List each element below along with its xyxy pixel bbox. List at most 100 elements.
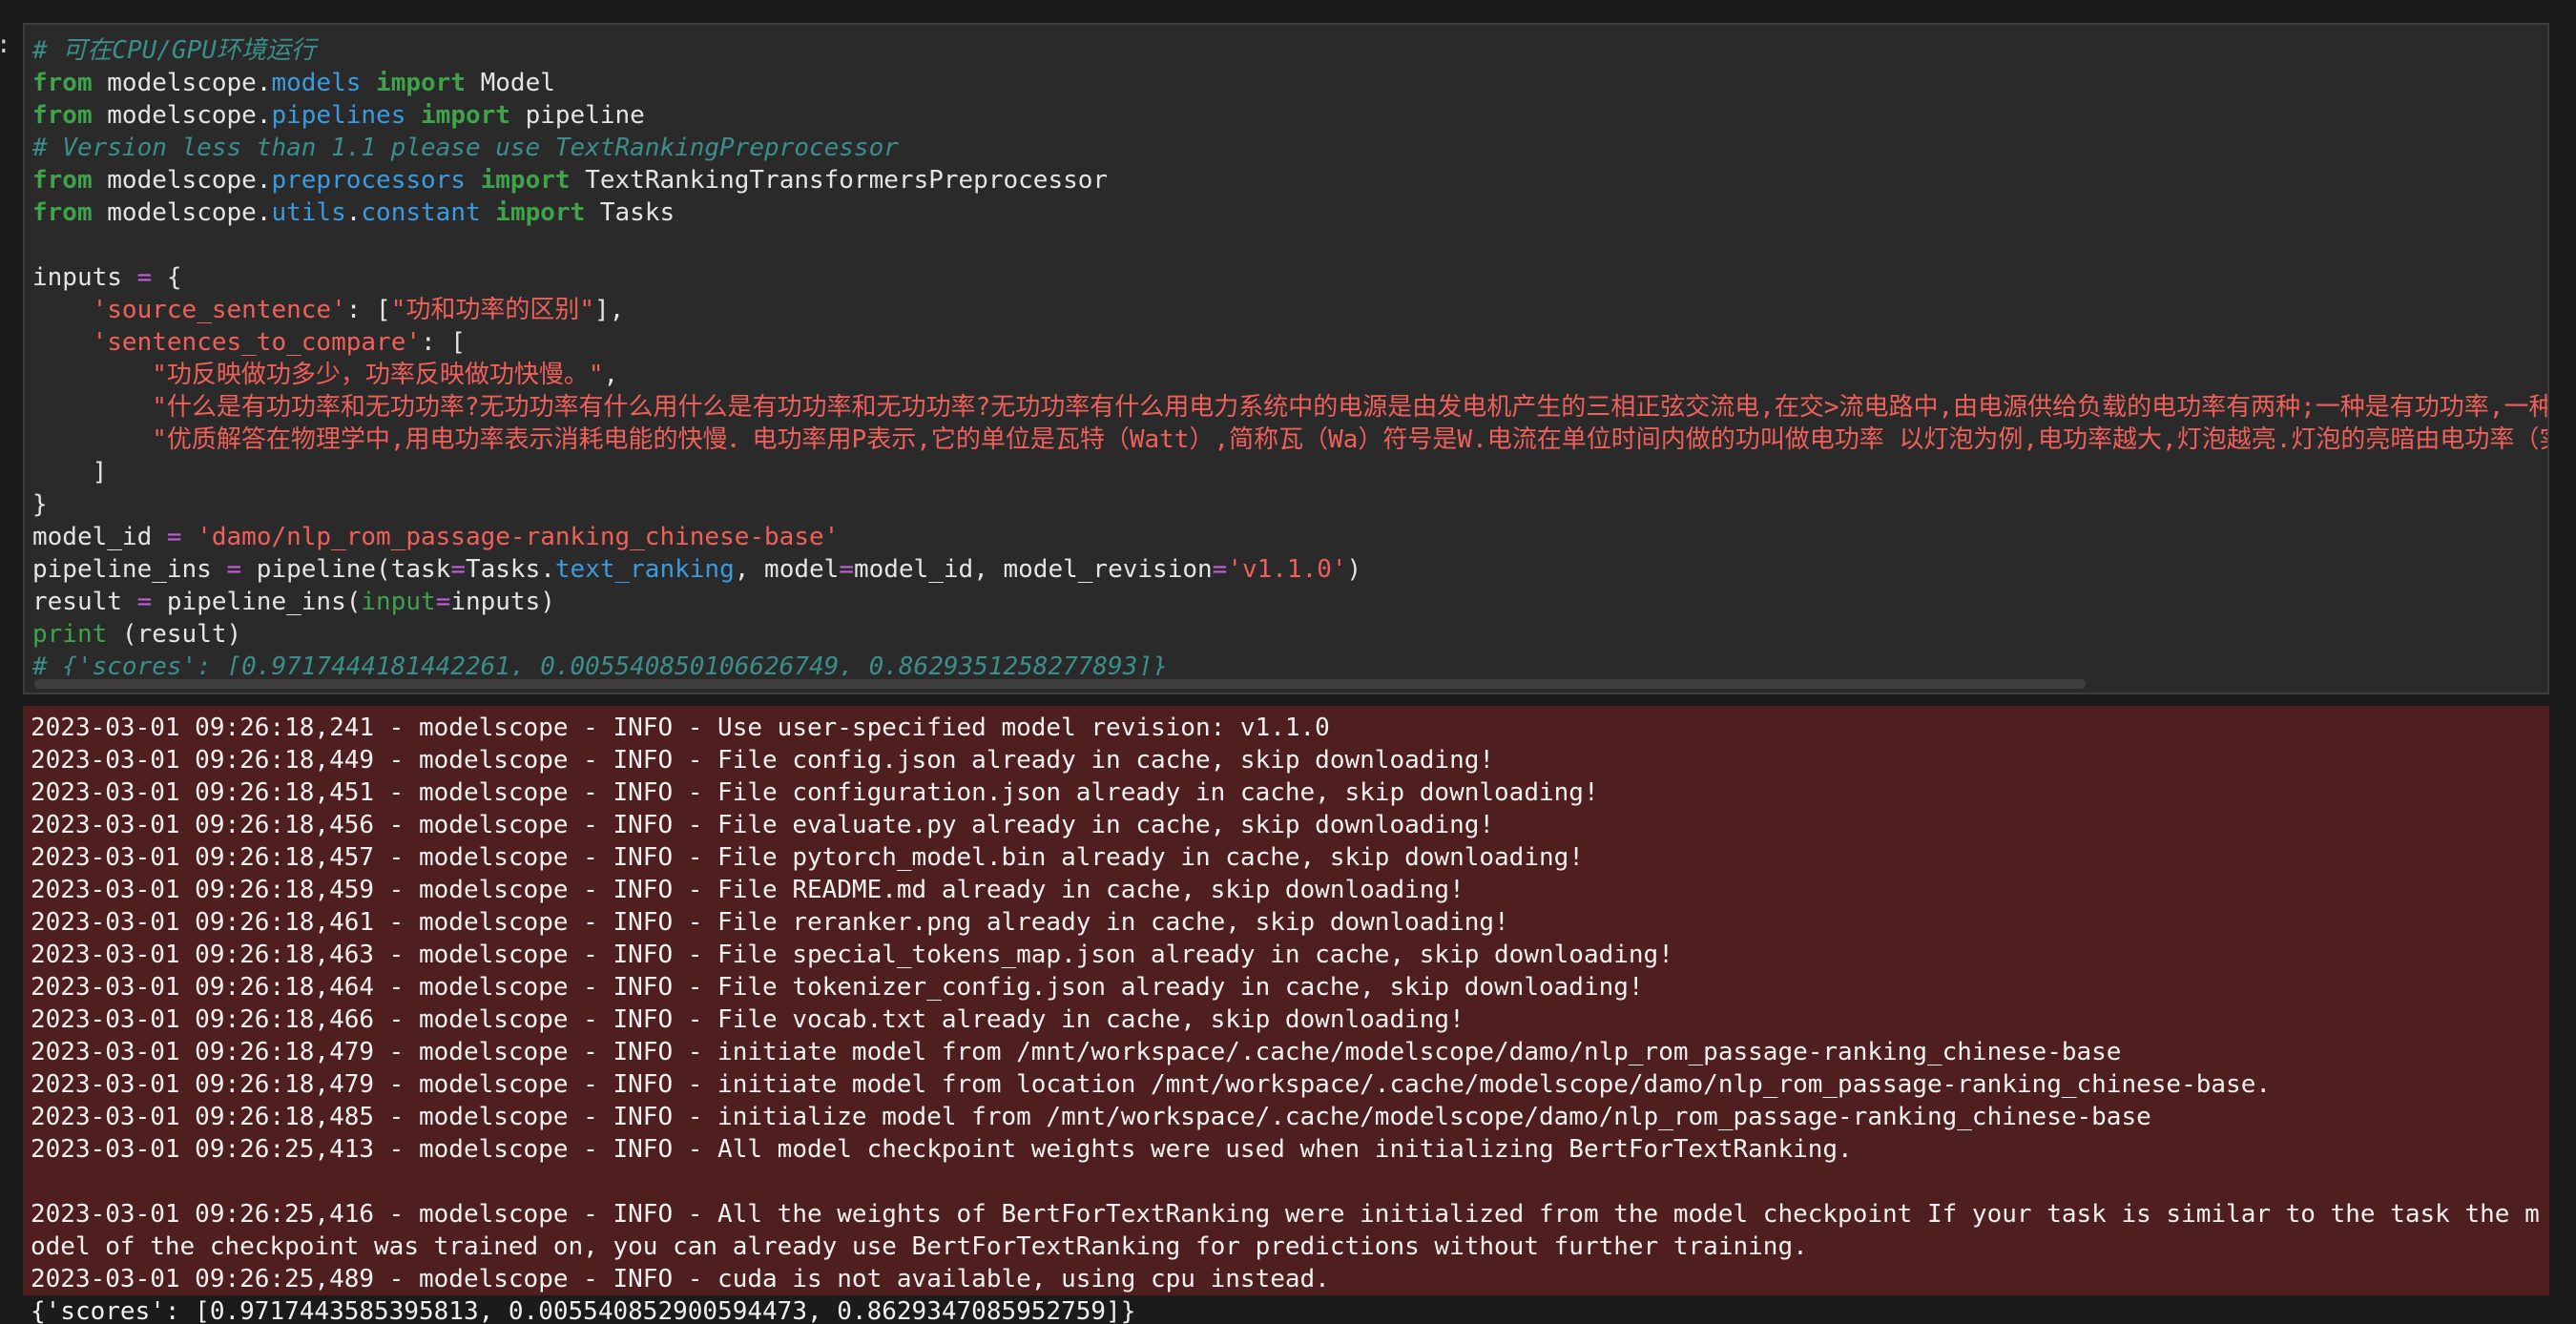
code-line: # Version less than 1.1 please use TextR… xyxy=(32,132,2547,164)
log-line: 2023-03-01 09:26:18,466 - modelscope - I… xyxy=(31,1005,1465,1034)
code-token: modelscope. xyxy=(92,166,272,195)
code-token: 'damo/nlp_rom_passage-ranking_chinese-ba… xyxy=(197,523,840,551)
code-token: 'v1.1.0' xyxy=(1227,555,1347,584)
code-line: model_id = 'damo/nlp_rom_passage-ranking… xyxy=(32,521,2547,553)
code-token: inputs) xyxy=(450,588,555,616)
code-line: } xyxy=(32,488,2547,521)
code-token: "什么是有功功率和无功功率?无功功率有什么用什么是有功功率和无功功率?无功功率有… xyxy=(152,393,2549,422)
code-line: from modelscope.pipelines import pipelin… xyxy=(32,99,2547,132)
log-line: 2023-03-01 09:26:25,489 - modelscope - I… xyxy=(31,1265,1330,1293)
code-token: = xyxy=(435,588,451,616)
code-line: from modelscope.utils.constant import Ta… xyxy=(32,197,2547,229)
stderr-log-lines: 2023-03-01 09:26:18,241 - modelscope - I… xyxy=(31,712,2540,1295)
code-token: import xyxy=(495,198,586,227)
code-token: # 可在CPU/GPU环境运行 xyxy=(32,36,316,65)
code-line: from modelscope.preprocessors import Tex… xyxy=(32,164,2547,197)
log-line: 2023-03-01 09:26:18,459 - modelscope - I… xyxy=(31,876,1465,904)
code-cell-editor[interactable]: # 可在CPU/GPU环境运行 from modelscope.models im… xyxy=(23,23,2549,694)
log-line: odel of the checkpoint was trained on, y… xyxy=(31,1232,1808,1261)
log-line: 2023-03-01 09:26:18,449 - modelscope - I… xyxy=(31,746,1495,775)
code-token: preprocessors xyxy=(271,166,466,195)
code-token: modelscope. xyxy=(92,101,272,130)
code-token: Model xyxy=(465,69,555,97)
code-token: } xyxy=(32,490,48,519)
code-token: import xyxy=(376,69,466,97)
code-token: "优质解答在物理学中,用电功率表示消耗电能的快慢．电功率用P表示,它的单位是瓦特… xyxy=(152,425,2549,454)
code-token: import xyxy=(480,166,571,195)
code-token: pipeline(task xyxy=(241,555,451,584)
code-token: inputs xyxy=(32,263,137,292)
log-line: 2023-03-01 09:26:18,479 - modelscope - I… xyxy=(31,1070,2271,1099)
code-token: # Version less than 1.1 please use TextR… xyxy=(32,134,899,162)
code-token: print xyxy=(32,620,108,649)
code-token: 'sentences_to_compare' xyxy=(92,328,421,357)
code-lines[interactable]: # 可在CPU/GPU环境运行 from modelscope.models im… xyxy=(32,34,2549,683)
code-token: pipelines xyxy=(271,101,406,130)
log-line: 2023-03-01 09:26:18,461 - modelscope - I… xyxy=(31,908,1509,937)
code-token: = xyxy=(839,555,854,584)
code-token: : [ xyxy=(421,328,466,357)
code-line: from modelscope.models import Model xyxy=(32,67,2547,99)
code-token: { xyxy=(152,263,182,292)
log-line: 2023-03-01 09:26:18,485 - modelscope - I… xyxy=(31,1103,2151,1131)
code-line: 'sentences_to_compare': [ xyxy=(32,326,2547,359)
code-token: text_ranking xyxy=(554,555,735,584)
horizontal-scrollbar-thumb[interactable] xyxy=(34,679,2086,689)
code-token: model_id xyxy=(32,523,167,551)
code-line: inputs = { xyxy=(32,261,2547,294)
code-line: result = pipeline_ins(input=inputs) xyxy=(32,586,2547,618)
code-token: Tasks xyxy=(585,198,675,227)
code-token: Tasks. xyxy=(465,555,555,584)
code-token: from xyxy=(32,69,93,97)
log-line: 2023-03-01 09:26:18,479 - modelscope - I… xyxy=(31,1038,2122,1066)
code-token: ) xyxy=(1346,555,1362,584)
code-token: , model xyxy=(734,555,840,584)
horizontal-scrollbar-track[interactable] xyxy=(25,675,2547,693)
log-line: 2023-03-01 09:26:18,457 - modelscope - I… xyxy=(31,843,1584,872)
stderr-output-area: 2023-03-01 09:26:18,241 - modelscope - I… xyxy=(23,706,2549,1295)
code-token: import xyxy=(421,101,510,130)
code-token: = xyxy=(226,555,242,584)
code-token: TextRankingTransformersPreprocessor xyxy=(570,166,1109,195)
code-token: pipeline_ins( xyxy=(152,588,362,616)
code-token: , xyxy=(603,361,619,389)
code-token: modelscope. xyxy=(92,198,272,227)
log-line: 2023-03-01 09:26:18,451 - modelscope - I… xyxy=(31,778,1599,807)
code-token: ] xyxy=(32,458,108,486)
code-token: . xyxy=(345,198,362,227)
code-token: = xyxy=(1212,555,1228,584)
code-token: = xyxy=(166,523,182,551)
code-line: "什么是有功功率和无功功率?无功功率有什么用什么是有功功率和无功功率?无功功率有… xyxy=(32,391,2549,424)
code-token: models xyxy=(271,69,362,97)
code-token: : [ xyxy=(345,296,391,324)
code-token: "功反映做功多少，功率反映做功快慢。" xyxy=(152,361,604,389)
code-token: = xyxy=(136,263,153,292)
code-token: = xyxy=(136,588,153,616)
code-token: utils xyxy=(271,198,346,227)
code-token: result xyxy=(32,588,137,616)
code-token: pipeline_ins xyxy=(32,555,227,584)
log-line: 2023-03-01 09:26:18,464 - modelscope - I… xyxy=(31,973,1644,1002)
code-token: 'source_sentence' xyxy=(92,296,346,324)
code-token: = xyxy=(450,555,466,584)
code-line: "功反映做功多少，功率反映做功快慢。", xyxy=(32,359,2547,391)
code-line: pipeline_ins = pipeline(task=Tasks.text_… xyxy=(32,553,2547,586)
log-line: 2023-03-01 09:26:25,413 - modelscope - I… xyxy=(31,1135,1853,1164)
log-line: 2023-03-01 09:26:18,463 - modelscope - I… xyxy=(31,941,1673,969)
code-token: from xyxy=(32,166,93,195)
code-token: from xyxy=(32,101,93,130)
code-token: from xyxy=(32,198,93,227)
code-line: ] xyxy=(32,456,2547,488)
